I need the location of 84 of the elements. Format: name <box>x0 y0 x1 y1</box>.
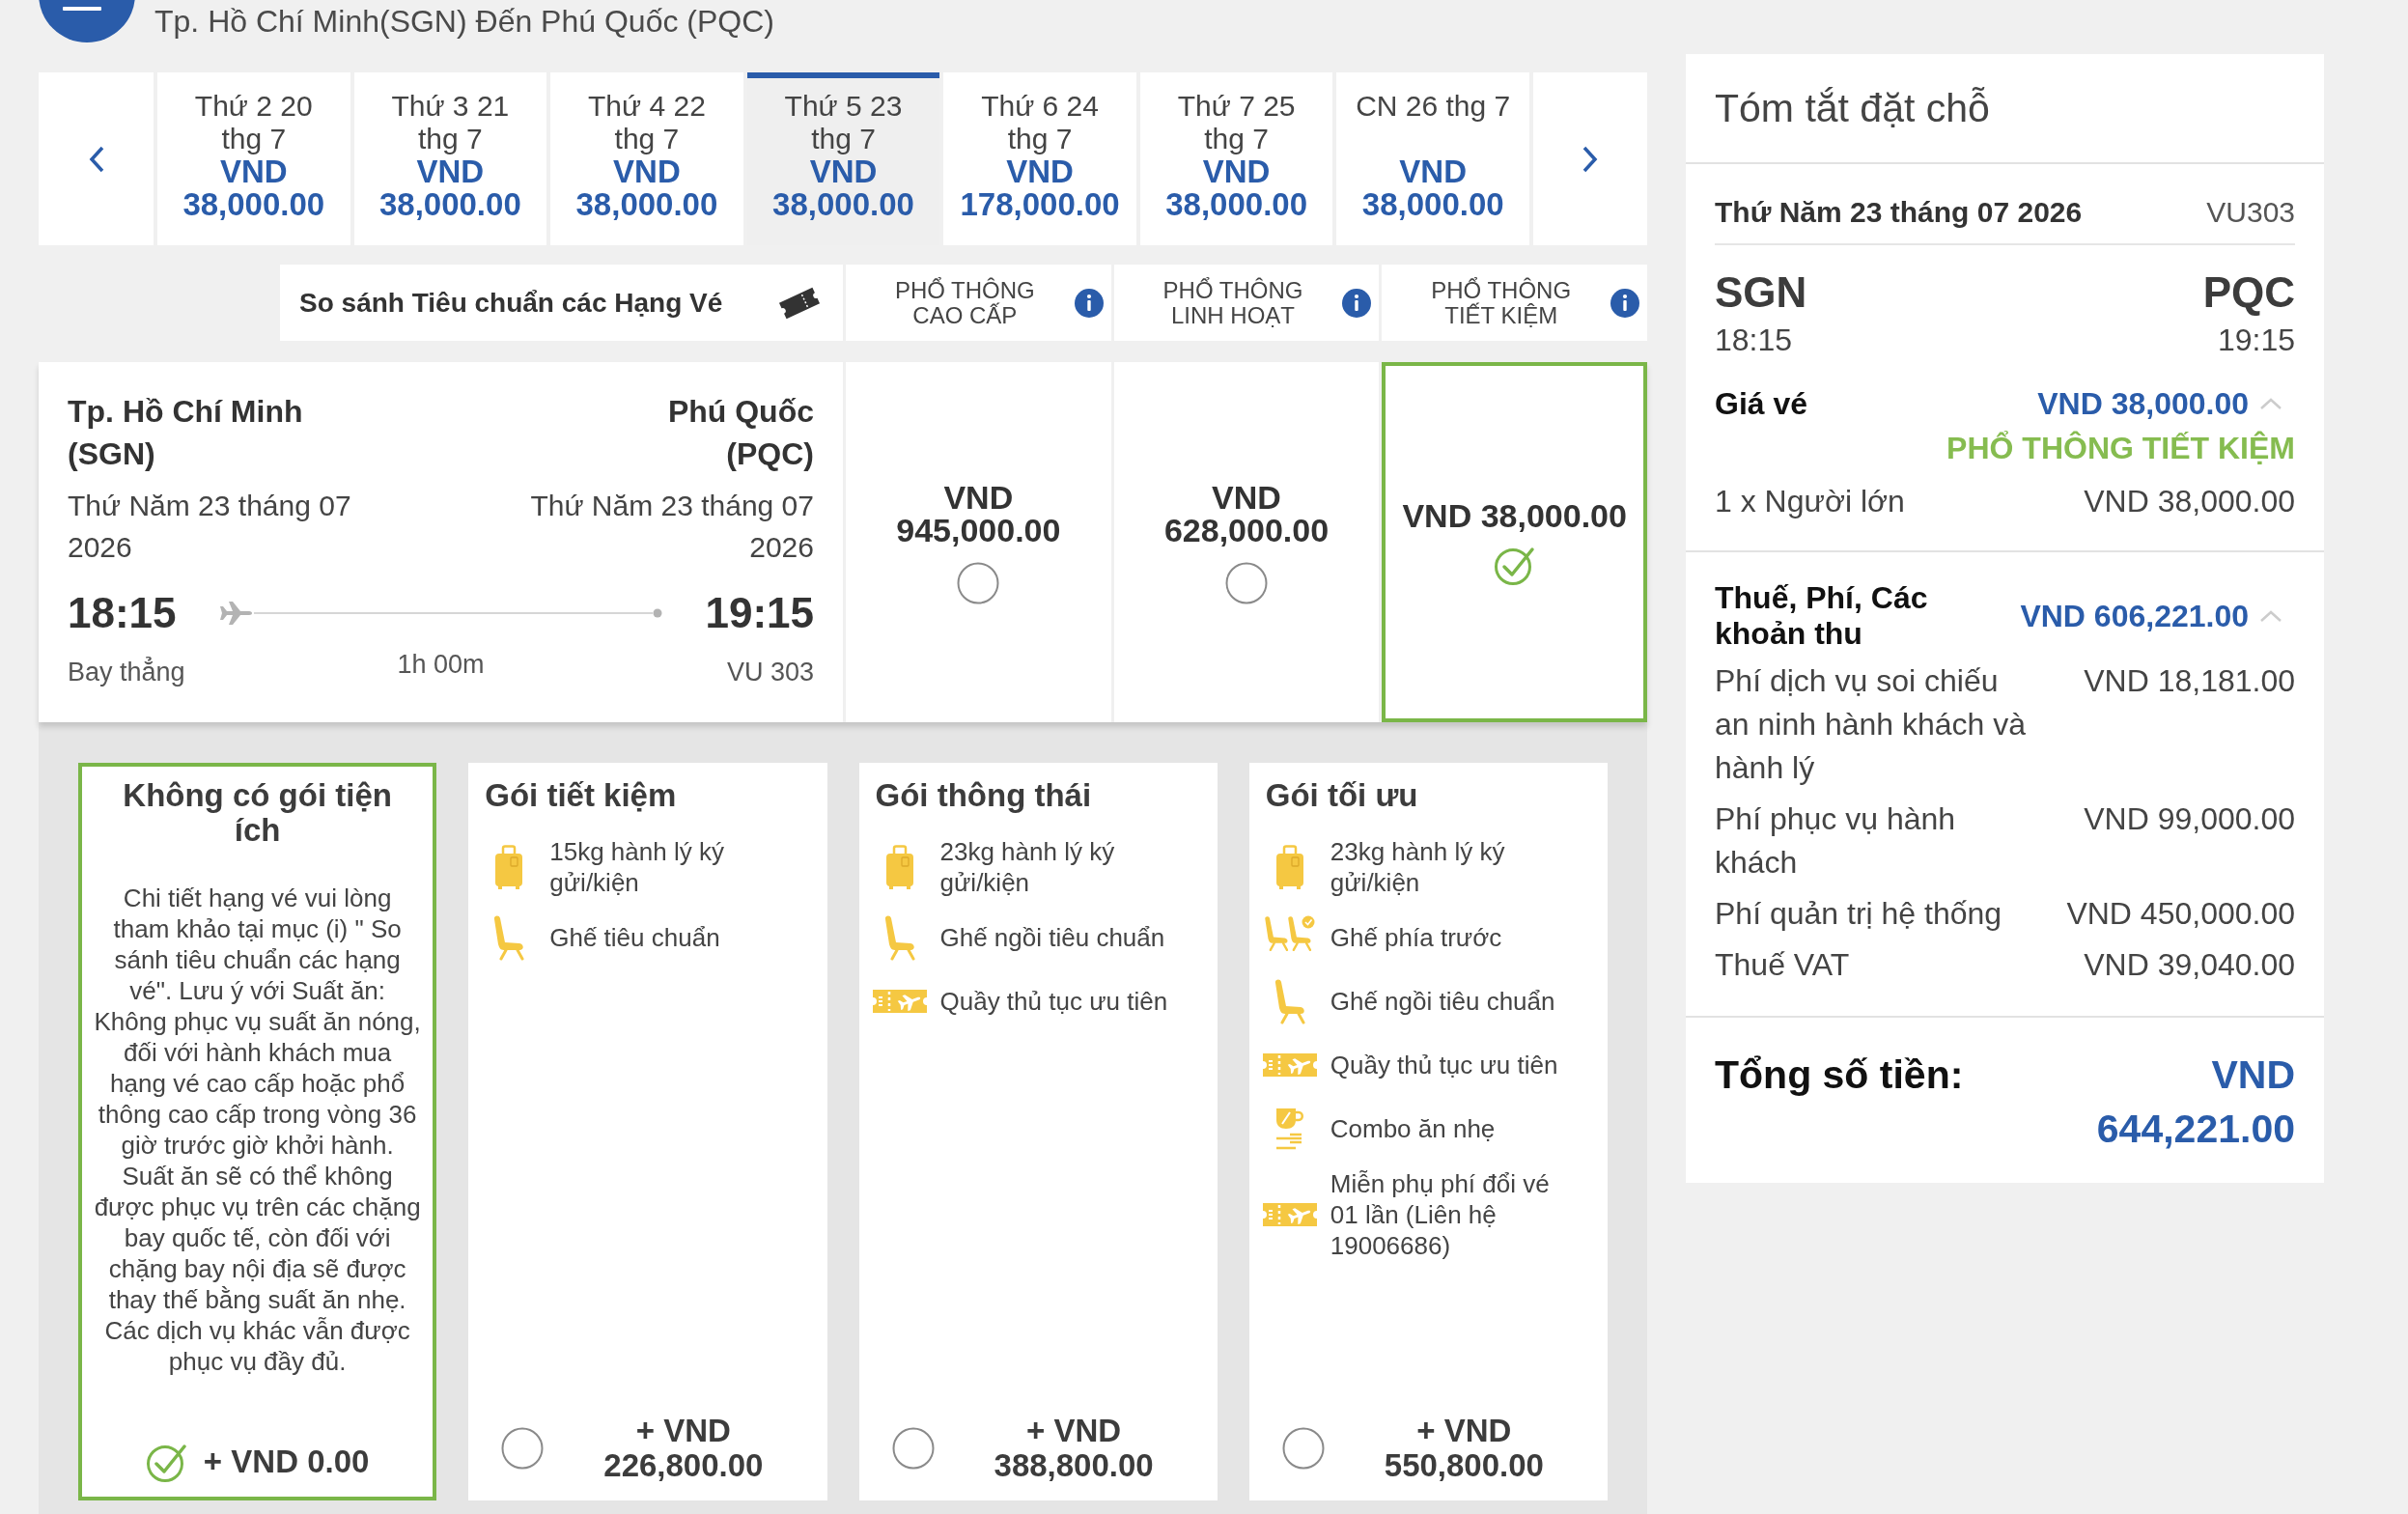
fare-label: Giá vé <box>1715 385 1808 423</box>
line-amount: VND 18,181.00 <box>2084 662 2295 700</box>
line-amount: VND 39,040.00 <box>2084 946 2295 984</box>
date-tab[interactable]: Thứ 6 24 thg 7 VND 178,000.00 <box>943 72 1136 245</box>
flight-number: VU 303 <box>726 657 814 688</box>
flight-duration: 1h 00m <box>397 649 485 681</box>
radio-button[interactable] <box>501 1427 545 1470</box>
line-label: 1 x Người lớn <box>1715 483 1905 520</box>
line-amount: VND 38,000.00 <box>2084 483 2295 520</box>
ticket-icon <box>1262 1202 1317 1227</box>
package-note: Chi tiết hạng vé vui lòng tham khảo tại mục (i) " So sánh tiêu chuẩn các hạng vé". Lưu ý với Suất ăn: Không phục vụ suất ăn nóng, đối với hành khách mua hạng vé cao cấp hoặc phổ thông cao cấp trong vòng 36 giờ trước giờ khởi hành. Suất ăn sẽ có thể không được phục vụ trên các chặng bay quốc tế, còn đối với chặng bay nội địa sẽ được thay thế bằng suất ăn nhẹ. Các dịch vụ khác vẫn được phục vụ đầy đủ. <box>93 883 422 1377</box>
flight-type: Bay thẳng <box>68 656 185 688</box>
arrival-time: 19:15 <box>2217 322 2295 359</box>
info-icon[interactable] <box>1074 288 1104 318</box>
date-tab[interactable]: Thứ 2 20 thg 7 VND 38,000.00 <box>157 72 350 245</box>
feature-text: 15kg hành lý ký gửi/kiện <box>549 836 725 898</box>
feature-text: Ghế ngồi tiêu chuẩn <box>1330 986 1556 1017</box>
ticket-icon <box>872 989 927 1014</box>
fare-class-name: PHỔ THÔNG LINH HOẠT <box>1162 277 1304 328</box>
feature-text: Quầy thủ tục ưu tiên <box>1330 1050 1559 1080</box>
airport-code: SGN <box>1715 269 1807 316</box>
package-title: Gói tiết kiệm <box>484 776 678 813</box>
dot-icon <box>653 608 663 618</box>
departure-time: 18:15 <box>68 589 177 637</box>
feature-text: Miễn phụ phí đổi vé 01 lần (Liên hệ 19006686) <box>1330 1168 1551 1261</box>
ticket-icon <box>1262 1052 1317 1078</box>
date-tab[interactable]: Thứ 7 25 thg 7 VND 38,000.00 <box>1139 72 1333 245</box>
chevron-left-icon <box>87 145 105 173</box>
fare-option[interactable]: VND 945,000.00 <box>846 362 1111 722</box>
line-label: Phí phục vụ hành khách <box>1715 800 1957 882</box>
line-label: Thuế VAT <box>1715 946 1851 984</box>
feature-text: Ghế ngồi tiêu chuẩn <box>939 922 1166 953</box>
date-tab[interactable]: CN 26 thg 7 VND 38,000.00 <box>1336 72 1529 245</box>
route-title: Tp. Hồ Chí Minh(SGN) Đến Phú Quốc (PQC) <box>154 3 774 41</box>
flight-date: Thứ Năm 23 tháng 07 2026 <box>529 489 814 565</box>
airport-code: PQC <box>2202 269 2295 316</box>
info-icon[interactable] <box>1342 288 1372 318</box>
city-name: Phú Quốc <box>666 393 814 431</box>
line-label: Phí quản trị hệ thống <box>1715 895 2003 933</box>
summary-title: Tóm tắt đặt chỗ <box>1715 85 1990 131</box>
package-title: Không có gói tiện ích <box>122 776 393 848</box>
info-icon[interactable] <box>1610 288 1639 318</box>
taxes-label: Thuế, Phí, Các khoản thu <box>1715 580 1929 652</box>
line-amount: VND 450,000.00 <box>2066 895 2295 933</box>
flight-date: Thứ Năm 23 tháng 07 2026 <box>68 489 352 565</box>
radio-icon[interactable] <box>1225 561 1268 604</box>
package-price: + VND 388,800.00 <box>993 1414 1155 1483</box>
flight-date: Thứ Năm 23 tháng 07 2026 <box>1715 195 2083 230</box>
line-amount: VND 99,000.00 <box>2084 800 2295 838</box>
feature-text: 23kg hành lý ký gửi/kiện <box>939 836 1116 898</box>
package-price: + VND 226,800.00 <box>602 1414 765 1483</box>
airport-code: (PQC) <box>725 435 814 473</box>
compare-button[interactable]: So sánh Tiêu chuẩn các Hạng Vé <box>280 265 843 341</box>
city-name: Tp. Hồ Chí Minh <box>68 393 304 431</box>
package-price: + VND 550,800.00 <box>1383 1414 1545 1483</box>
departure-time: 18:15 <box>1715 322 1794 359</box>
feature-text: Ghế tiêu chuẩn <box>549 922 721 953</box>
feature-text: Ghế phía trước <box>1330 922 1503 953</box>
package-title: Gói tối ưu <box>1264 776 1419 813</box>
date-tab[interactable]: Thứ 4 22 thg 7 VND 38,000.00 <box>550 72 743 245</box>
arrival-time: 19:15 <box>705 589 814 637</box>
taxes-amount: VND 606,221.00 <box>2020 598 2249 635</box>
plane-icon <box>218 600 254 627</box>
fare-class-name: PHỔ THÔNG TIẾT KIỆM <box>1430 277 1573 328</box>
airport-code: (SGN) <box>68 435 156 473</box>
fare-amount: VND 38,000.00 <box>2037 385 2249 423</box>
fare-class-name: PHỔ THÔNG CAO CẤP <box>893 277 1036 328</box>
feature-text: Combo ăn nhẹ <box>1330 1113 1497 1144</box>
fare-option[interactable]: VND 628,000.00 <box>1113 362 1380 722</box>
feature-text: Quầy thủ tục ưu tiên <box>939 986 1169 1017</box>
radio-button[interactable] <box>1281 1427 1325 1470</box>
flight-number: VU303 <box>2206 195 2295 230</box>
package-price: + VND 0.00 <box>203 1444 370 1479</box>
package-title: Gói thông thái <box>874 776 1093 813</box>
fare-option[interactable]: VND 38,000.00 <box>1382 362 1647 722</box>
radio-button[interactable] <box>891 1427 935 1470</box>
radio-icon[interactable] <box>957 561 1000 604</box>
total-amount: VND 644,221.00 <box>2095 1051 2295 1153</box>
date-tab[interactable]: Thứ 3 21 thg 7 VND 38,000.00 <box>353 72 547 245</box>
feature-text: 23kg hành lý ký gửi/kiện <box>1330 836 1506 898</box>
line-label: Phí dịch vụ soi chiếu an ninh hành khách và hành lý <box>1715 662 2028 787</box>
fare-class: PHỔ THÔNG TIẾT KIỆM <box>1946 430 2295 467</box>
chevron-right-icon <box>1582 145 1599 173</box>
total-label: Tổng số tiền: <box>1715 1051 1964 1099</box>
